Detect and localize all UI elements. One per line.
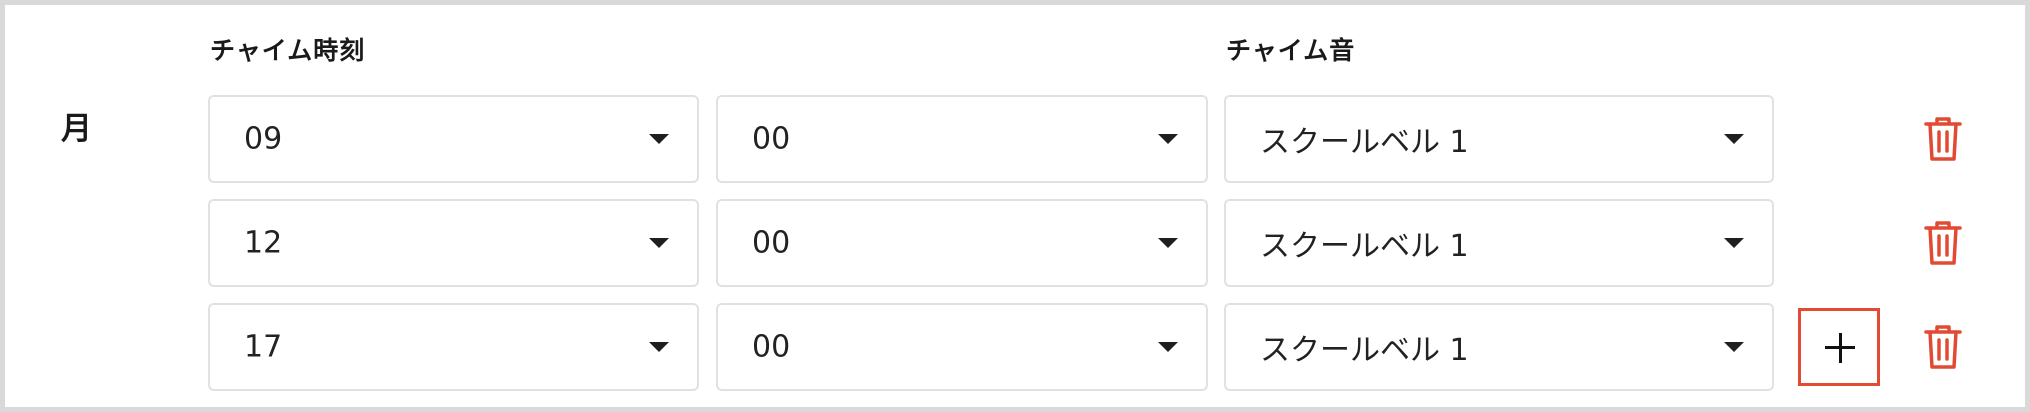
add-row-button[interactable] (1798, 308, 1880, 386)
caret-down-icon (1724, 134, 1744, 144)
minute-value: 00 (752, 225, 791, 261)
sound-value: スクールベル 1 (1260, 125, 1469, 160)
chime-schedule-panel: チャイム時刻 チャイム音 月 09 00 スクールベル 1 12 00 スクール… (0, 0, 2030, 412)
sound-select[interactable]: スクールベル 1 (1224, 199, 1774, 287)
day-label: 月 (61, 111, 92, 147)
minute-select[interactable]: 00 (716, 303, 1208, 391)
chime-time-header: チャイム時刻 (210, 36, 366, 65)
caret-down-icon (1724, 238, 1744, 248)
hour-select[interactable]: 12 (208, 199, 699, 287)
delete-row-button[interactable] (1922, 324, 1964, 370)
hour-select[interactable]: 09 (208, 95, 699, 183)
caret-down-icon (1724, 342, 1744, 352)
caret-down-icon (1158, 342, 1178, 352)
hour-select[interactable]: 17 (208, 303, 699, 391)
delete-row-button[interactable] (1922, 116, 1964, 162)
trash-icon (1924, 221, 1962, 265)
trash-icon (1924, 117, 1962, 161)
minute-value: 00 (752, 329, 791, 365)
hour-value: 12 (244, 225, 283, 261)
hour-value: 17 (244, 329, 283, 365)
sound-value: スクールベル 1 (1260, 333, 1469, 368)
minute-value: 00 (752, 121, 791, 157)
delete-row-button[interactable] (1922, 220, 1964, 266)
caret-down-icon (649, 134, 669, 144)
sound-select[interactable]: スクールベル 1 (1224, 95, 1774, 183)
caret-down-icon (1158, 134, 1178, 144)
minute-select[interactable]: 00 (716, 95, 1208, 183)
caret-down-icon (649, 342, 669, 352)
sound-select[interactable]: スクールベル 1 (1224, 303, 1774, 391)
caret-down-icon (1158, 238, 1178, 248)
hour-value: 09 (244, 121, 283, 157)
trash-icon (1924, 325, 1962, 369)
chime-sound-header: チャイム音 (1226, 36, 1356, 65)
minute-select[interactable]: 00 (716, 199, 1208, 287)
caret-down-icon (649, 238, 669, 248)
sound-value: スクールベル 1 (1260, 229, 1469, 264)
